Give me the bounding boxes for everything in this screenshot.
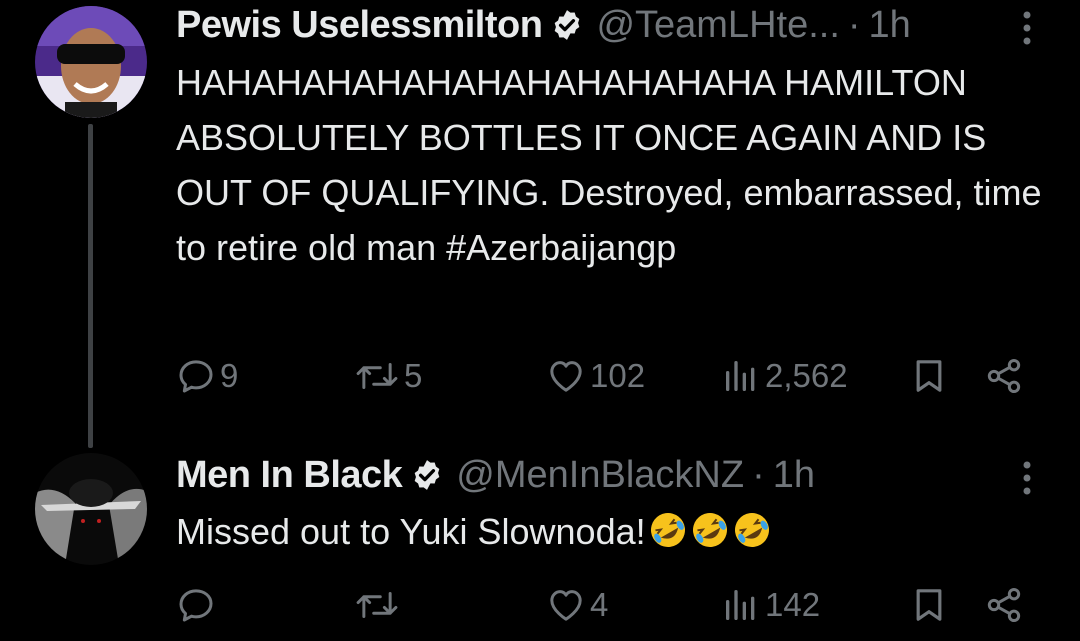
action-bar: 4 142 bbox=[176, 580, 1036, 630]
action-bar: 9 5 102 2,562 bbox=[176, 351, 1036, 401]
views-count: 142 bbox=[765, 586, 821, 623]
timestamp[interactable]: 1h bbox=[869, 4, 911, 47]
like-count: 102 bbox=[590, 357, 646, 394]
bookmark-icon bbox=[916, 360, 942, 392]
timestamp[interactable]: 1h bbox=[773, 454, 815, 497]
share-icon bbox=[987, 588, 1021, 622]
rolling-laughing-emoji-icon bbox=[692, 513, 727, 547]
retweet-icon bbox=[356, 592, 398, 618]
author-name[interactable]: Pewis Uselessmilton bbox=[176, 4, 543, 47]
reply-button[interactable] bbox=[176, 580, 220, 630]
author-name[interactable]: Men In Black bbox=[176, 454, 403, 497]
bookmark-button[interactable] bbox=[909, 351, 949, 401]
retweet-button[interactable]: 5 bbox=[354, 351, 422, 401]
rolling-laughing-emoji-icon bbox=[734, 513, 769, 547]
views-button[interactable]: 2,562 bbox=[721, 351, 848, 401]
tweet-text: HAHAHAHAHAHAHAHAHAHAHAHA HAMILTON ABSOLU… bbox=[176, 62, 1052, 268]
retweet-icon bbox=[356, 363, 398, 389]
tweet-text-content: Missed out to Yuki Slownoda! bbox=[176, 511, 646, 552]
verified-badge-icon bbox=[555, 10, 580, 40]
avatar-image bbox=[35, 453, 147, 565]
more-icon[interactable] bbox=[1022, 460, 1032, 496]
like-button[interactable]: 4 bbox=[546, 580, 608, 630]
separator-dot: · bbox=[847, 3, 861, 46]
avatar[interactable] bbox=[35, 453, 147, 565]
separator-dot: · bbox=[752, 453, 765, 496]
bookmark-icon bbox=[916, 589, 942, 621]
bookmark-button[interactable] bbox=[909, 580, 949, 630]
reply-icon bbox=[179, 589, 213, 622]
retweet-count: 5 bbox=[404, 357, 423, 394]
reply-count: 9 bbox=[220, 357, 239, 394]
more-icon[interactable] bbox=[1022, 10, 1032, 46]
thread-line bbox=[88, 124, 93, 448]
author-handle[interactable]: @TeamLHte... bbox=[596, 4, 839, 47]
rolling-laughing-emoji-icon bbox=[650, 513, 685, 547]
share-button[interactable] bbox=[984, 351, 1024, 401]
views-button[interactable]: 142 bbox=[721, 580, 820, 630]
like-button[interactable]: 102 bbox=[546, 351, 645, 401]
like-count: 4 bbox=[590, 586, 609, 623]
views-icon bbox=[726, 361, 755, 391]
tweet-header: Men In Black @MenInBlackNZ · 1h bbox=[176, 450, 1040, 500]
share-icon bbox=[987, 359, 1021, 393]
tweet[interactable]: Pewis Uselessmilton @TeamLHte... · 1h HA… bbox=[0, 0, 1080, 448]
like-icon bbox=[550, 361, 582, 392]
reply-button[interactable]: 9 bbox=[176, 351, 238, 401]
reply-icon bbox=[179, 360, 213, 393]
verified-badge-icon bbox=[414, 460, 440, 490]
like-icon bbox=[550, 590, 582, 621]
author-handle[interactable]: @MenInBlackNZ bbox=[456, 454, 744, 497]
avatar[interactable] bbox=[35, 6, 147, 118]
share-button[interactable] bbox=[984, 580, 1024, 630]
tweet[interactable]: Men In Black @MenInBlackNZ · 1h Missed o… bbox=[0, 440, 1080, 641]
retweet-button[interactable] bbox=[354, 580, 404, 630]
tweet-header: Pewis Uselessmilton @TeamLHte... · 1h bbox=[176, 0, 1040, 50]
views-count: 2,562 bbox=[765, 357, 848, 394]
tweet-text: Missed out to Yuki Slownoda! bbox=[176, 504, 1046, 559]
views-icon bbox=[726, 590, 755, 620]
avatar-image bbox=[35, 6, 147, 118]
